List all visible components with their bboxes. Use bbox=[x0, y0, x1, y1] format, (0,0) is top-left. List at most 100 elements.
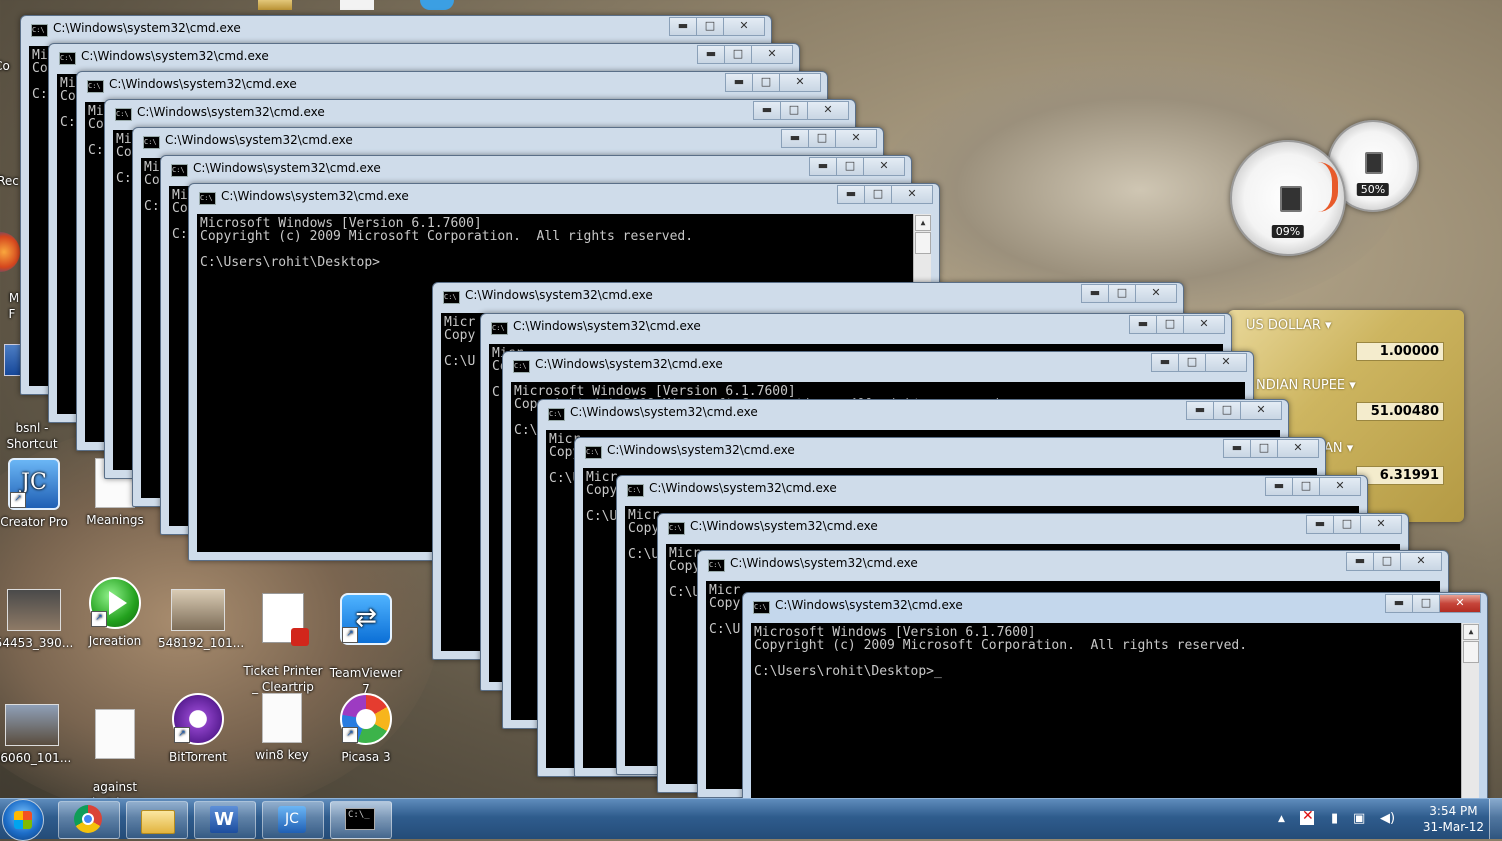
taskbar-word[interactable]: W bbox=[194, 801, 256, 839]
close-button[interactable]: ✕ bbox=[1439, 594, 1481, 613]
maximize-button[interactable]: □ bbox=[864, 185, 892, 204]
desktop-icon-creator-pro[interactable]: JC ↗ Creator Pro bbox=[0, 458, 74, 530]
desktop-icon-photo-548192[interactable]: 548192_101... bbox=[158, 585, 244, 651]
close-button[interactable]: ✕ bbox=[1277, 439, 1319, 458]
title-bar[interactable]: C:\ C:\Windows\system32\cmd.exe bbox=[77, 72, 827, 100]
minimize-button[interactable]: ▬ bbox=[1129, 315, 1157, 334]
vertical-scrollbar[interactable]: ▲ bbox=[1461, 623, 1479, 798]
desktop-icon-photo-54453[interactable]: 54453_390... bbox=[0, 585, 74, 651]
cmd-app-icon[interactable]: C:\ bbox=[627, 484, 644, 497]
cmd-app-icon[interactable]: C:\ bbox=[199, 192, 216, 205]
minimize-button[interactable]: ▬ bbox=[753, 101, 781, 120]
taskbar-explorer[interactable] bbox=[126, 801, 188, 839]
title-bar[interactable]: C:\ C:\Windows\system32\cmd.exe bbox=[575, 438, 1325, 466]
cmd-app-icon[interactable]: C:\ bbox=[115, 108, 132, 121]
scroll-thumb[interactable] bbox=[1463, 641, 1479, 663]
currency-row1-label[interactable]: US DOLLAR ▾ bbox=[1246, 318, 1332, 333]
minimize-button[interactable]: ▬ bbox=[725, 73, 753, 92]
battery-icon[interactable]: ▮ bbox=[1331, 811, 1338, 826]
close-button[interactable]: ✕ bbox=[1240, 401, 1282, 420]
maximize-button[interactable]: □ bbox=[1108, 284, 1136, 303]
cmd-app-icon[interactable]: C:\ bbox=[585, 446, 602, 459]
show-hidden-icons-button[interactable]: ▲ bbox=[1278, 814, 1285, 824]
console-output[interactable]: Microsoft Windows [Version 6.1.7600]Copy… bbox=[751, 623, 1479, 798]
maximize-button[interactable]: □ bbox=[808, 129, 836, 148]
title-bar[interactable]: C:\ C:\Windows\system32\cmd.exe bbox=[189, 184, 939, 212]
title-bar[interactable]: C:\ C:\Windows\system32\cmd.exe bbox=[698, 551, 1448, 579]
maximize-button[interactable]: □ bbox=[1292, 477, 1320, 496]
title-bar[interactable]: C:\ C:\Windows\system32\cmd.exe bbox=[503, 352, 1253, 380]
title-bar[interactable]: C:\ C:\Windows\system32\cmd.exe bbox=[21, 16, 771, 44]
cpu-meter-gadget-cpu-dial[interactable]: 09% bbox=[1230, 140, 1346, 256]
title-bar[interactable]: C:\ C:\Windows\system32\cmd.exe bbox=[538, 400, 1288, 428]
minimize-button[interactable]: ▬ bbox=[697, 45, 725, 64]
scroll-up-arrow-icon[interactable]: ▲ bbox=[1463, 624, 1479, 640]
title-bar[interactable]: C:\ C:\Windows\system32\cmd.exe bbox=[617, 476, 1367, 504]
cmd-app-icon[interactable]: C:\ bbox=[59, 52, 76, 65]
title-bar[interactable]: C:\ C:\Windows\system32\cmd.exe bbox=[433, 283, 1183, 311]
minimize-button[interactable]: ▬ bbox=[837, 185, 865, 204]
desktop-icon-picasa[interactable]: ↗ Picasa 3 bbox=[326, 693, 406, 765]
maximize-button[interactable]: □ bbox=[1333, 515, 1361, 534]
show-desktop-button[interactable] bbox=[1489, 799, 1502, 839]
close-button[interactable]: ✕ bbox=[779, 73, 821, 92]
close-button[interactable]: ✕ bbox=[1319, 477, 1361, 496]
maximize-button[interactable]: □ bbox=[1250, 439, 1278, 458]
close-button[interactable]: ✕ bbox=[863, 157, 905, 176]
action-center-icon[interactable]: ✕ bbox=[1300, 809, 1314, 829]
clock[interactable]: 3:54 PM 31-Mar-12 bbox=[1423, 803, 1484, 835]
cmd-window[interactable]: C:\ C:\Windows\system32\cmd.exe ▬ □ ✕ Microso… bbox=[742, 592, 1488, 798]
maximize-button[interactable]: □ bbox=[1373, 552, 1401, 571]
cmd-app-icon[interactable]: C:\ bbox=[87, 80, 104, 93]
title-bar[interactable]: C:\ C:\Windows\system32\cmd.exe bbox=[658, 514, 1408, 542]
close-button[interactable]: ✕ bbox=[891, 185, 933, 204]
maximize-button[interactable]: □ bbox=[836, 157, 864, 176]
maximize-button[interactable]: □ bbox=[724, 45, 752, 64]
close-button[interactable]: ✕ bbox=[807, 101, 849, 120]
maximize-button[interactable]: □ bbox=[1412, 594, 1440, 613]
desktop-icon-ticket-printer[interactable]: Ticket Printer _ Cleartrip bbox=[243, 577, 323, 695]
close-button[interactable]: ✕ bbox=[751, 45, 793, 64]
firefox-icon-partial[interactable] bbox=[0, 232, 20, 272]
cmd-app-icon[interactable]: C:\ bbox=[548, 408, 565, 421]
title-bar[interactable]: C:\ C:\Windows\system32\cmd.exe bbox=[161, 156, 911, 184]
volume-icon[interactable]: ◀) bbox=[1380, 811, 1395, 826]
taskbar-jcreator[interactable]: JC bbox=[262, 801, 324, 839]
minimize-button[interactable]: ▬ bbox=[1385, 594, 1413, 613]
scroll-up-arrow-icon[interactable]: ▲ bbox=[915, 215, 931, 231]
minimize-button[interactable]: ▬ bbox=[781, 129, 809, 148]
maximize-button[interactable]: □ bbox=[752, 73, 780, 92]
cmd-app-icon[interactable]: C:\ bbox=[668, 522, 685, 535]
top-icon-partial-2[interactable] bbox=[340, 0, 374, 10]
cmd-app-icon[interactable]: C:\ bbox=[513, 360, 530, 373]
minimize-button[interactable]: ▬ bbox=[1151, 353, 1179, 372]
minimize-button[interactable]: ▬ bbox=[1223, 439, 1251, 458]
taskbar-cmd[interactable]: C:\_ bbox=[330, 801, 392, 839]
close-button[interactable]: ✕ bbox=[1183, 315, 1225, 334]
title-bar[interactable]: C:\ C:\Windows\system32\cmd.exe bbox=[481, 314, 1231, 342]
desktop-icon-teamviewer[interactable]: ⇄ ↗ TeamViewer 7 bbox=[326, 577, 406, 697]
minimize-button[interactable]: ▬ bbox=[1265, 477, 1293, 496]
title-bar[interactable]: C:\ C:\Windows\system32\cmd.exe bbox=[743, 593, 1487, 621]
minimize-button[interactable]: ▬ bbox=[1306, 515, 1334, 534]
minimize-button[interactable]: ▬ bbox=[809, 157, 837, 176]
start-button[interactable] bbox=[2, 799, 44, 841]
title-bar[interactable]: C:\ C:\Windows\system32\cmd.exe bbox=[133, 128, 883, 156]
close-button[interactable]: ✕ bbox=[1205, 353, 1247, 372]
minimize-button[interactable]: ▬ bbox=[1081, 284, 1109, 303]
close-button[interactable]: ✕ bbox=[835, 129, 877, 148]
minimize-button[interactable]: ▬ bbox=[1186, 401, 1214, 420]
desktop-icon-against-shutdown[interactable]: against shutdown bbox=[75, 693, 155, 798]
scroll-thumb[interactable] bbox=[915, 232, 931, 254]
currency-row2-label[interactable]: NDIAN RUPEE ▾ bbox=[1256, 378, 1356, 393]
currency-row3-label[interactable]: AN ▾ bbox=[1324, 441, 1353, 456]
close-button[interactable]: ✕ bbox=[1135, 284, 1177, 303]
maximize-button[interactable]: □ bbox=[1156, 315, 1184, 334]
title-bar[interactable]: C:\ C:\Windows\system32\cmd.exe bbox=[49, 44, 799, 72]
cmd-app-icon[interactable]: C:\ bbox=[171, 164, 188, 177]
cmd-app-icon[interactable]: C:\ bbox=[31, 24, 48, 37]
maximize-button[interactable]: □ bbox=[1213, 401, 1241, 420]
close-button[interactable]: ✕ bbox=[1400, 552, 1442, 571]
minimize-button[interactable]: ▬ bbox=[669, 17, 697, 36]
desktop-icon-win8-key[interactable]: win8 key bbox=[242, 693, 322, 763]
